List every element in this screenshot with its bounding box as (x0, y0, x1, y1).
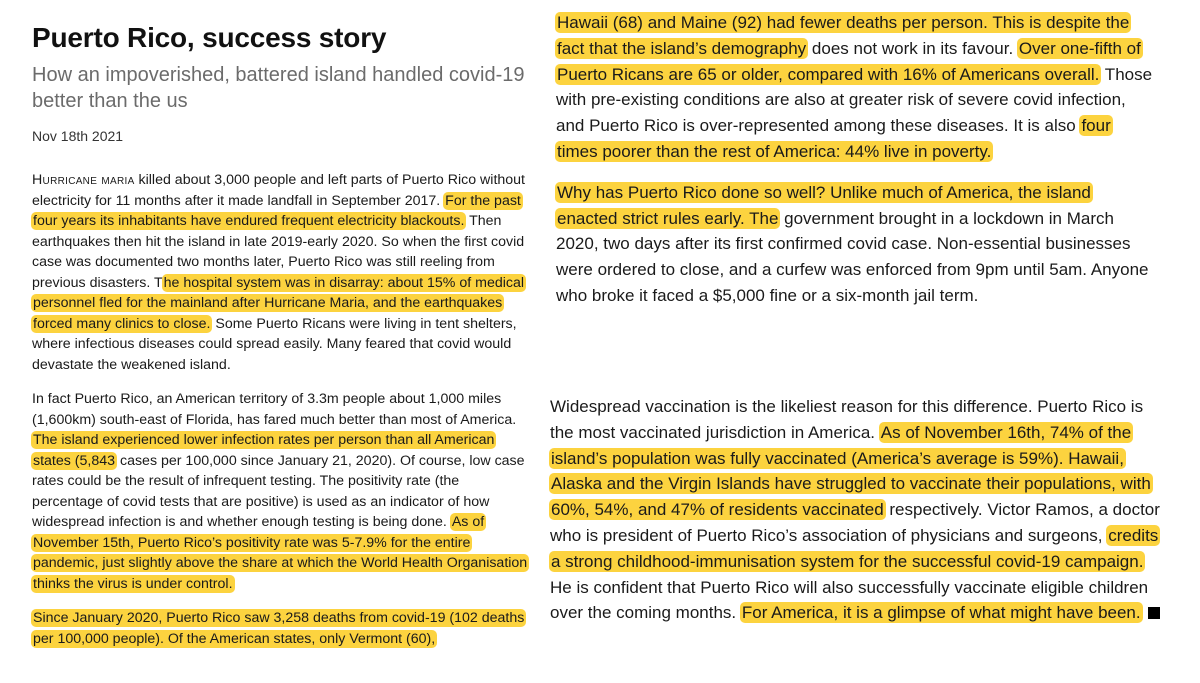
left-column: Puerto Rico, success story How an impove… (31, 18, 530, 649)
text-run: does not work in its favour. (807, 38, 1018, 58)
highlighted-text: Since January 2020, Puerto Rico saw 3,25… (31, 609, 527, 648)
paragraph-1: Hurricane maria killed about 3,000 peopl… (31, 170, 528, 375)
paragraph-4: Hawaii (68) and Maine (92) had fewer dea… (555, 10, 1156, 165)
dropcap-smallcaps: Hurricane maria (32, 172, 135, 188)
article-date: Nov 18th 2021 (32, 128, 124, 144)
paragraph-5: Why has Puerto Rico done so well? Unlike… (555, 180, 1156, 309)
right-column-top: Hawaii (68) and Maine (92) had fewer dea… (555, 10, 1156, 309)
text-run: In fact Puerto Rico, an American territo… (32, 391, 517, 428)
article-body-left: Hurricane maria killed about 3,000 peopl… (31, 170, 530, 649)
highlighted-text: For America, it is a glimpse of what mig… (739, 602, 1143, 624)
end-of-article-icon (1147, 607, 1160, 620)
right-column-bottom: Widespread vaccination is the likeliest … (549, 394, 1161, 626)
paragraph-6: Widespread vaccination is the likeliest … (549, 394, 1161, 626)
paragraph-3: Since January 2020, Puerto Rico saw 3,25… (31, 608, 528, 649)
article-title: Puerto Rico, success story (32, 22, 387, 53)
paragraph-2: In fact Puerto Rico, an American territo… (31, 389, 530, 594)
article-subtitle: How an impoverished, battered island han… (32, 64, 525, 112)
